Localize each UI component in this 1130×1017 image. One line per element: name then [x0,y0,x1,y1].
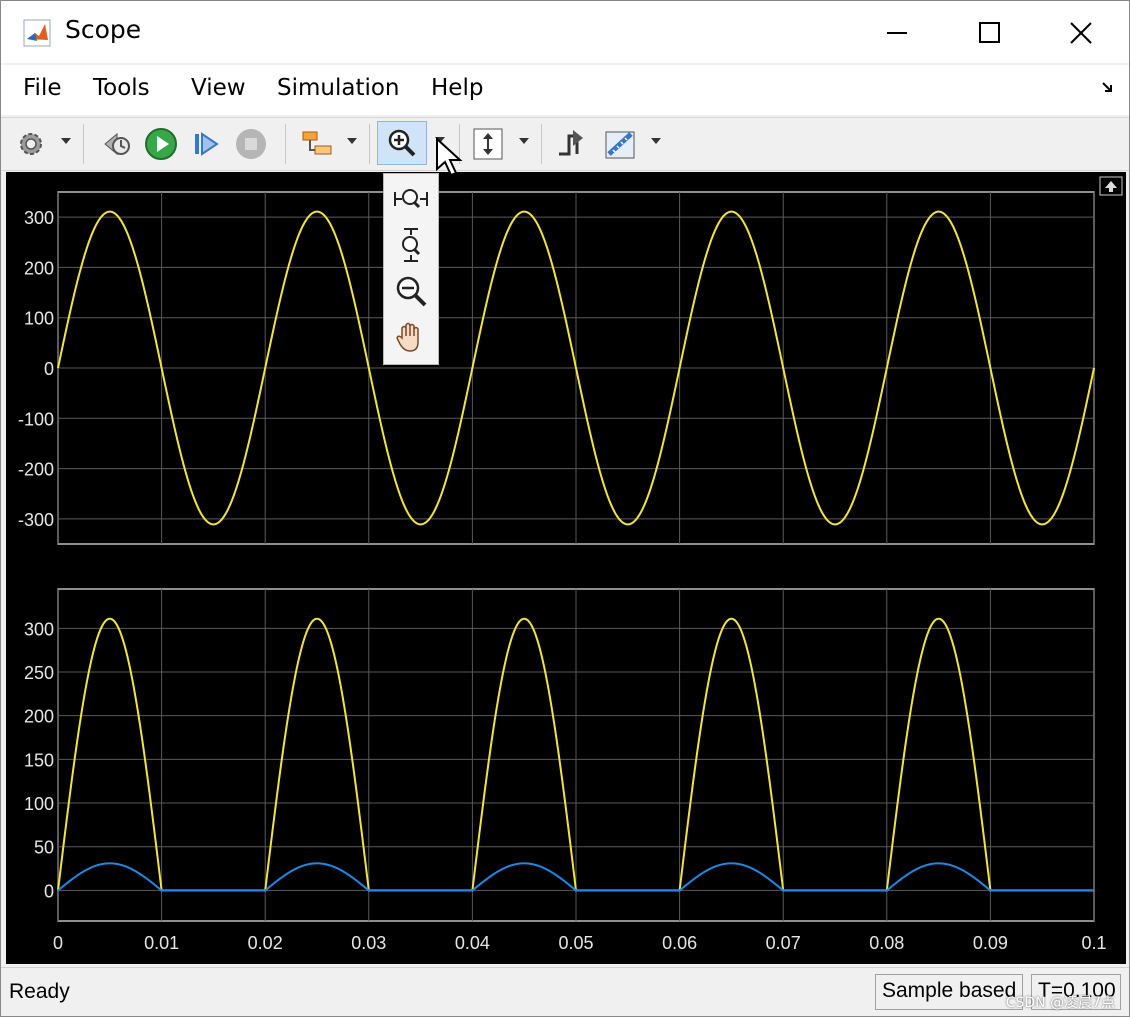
y-tick-label: 300 [24,208,54,228]
y-tick-label: 100 [24,794,54,814]
mouse-cursor-icon [436,137,463,177]
x-tick-label: 0.03 [351,933,386,953]
close-icon[interactable] [1061,13,1101,53]
triggers-icon[interactable] [555,126,589,162]
y-tick-label: -300 [18,510,54,530]
toolbar-separator [369,124,370,164]
menu-tools[interactable]: Tools [93,75,150,101]
matlab-logo-icon [23,19,51,47]
x-tick-label: 0.02 [248,933,283,953]
x-tick-label: 0 [53,933,63,953]
menu-simulation[interactable]: Simulation [277,75,400,101]
sample-mode-badge: Sample based [875,974,1023,1010]
x-tick-label: 0.01 [144,933,179,953]
scale-axes-icon[interactable] [471,126,505,162]
x-tick-label: 0.04 [455,933,490,953]
x-tick-label: 0.09 [973,933,1008,953]
y-tick-label: 150 [24,750,54,770]
menu-view[interactable]: View [191,75,246,101]
zoom-button[interactable] [377,121,427,165]
dock-arrow-icon[interactable] [1101,79,1117,95]
signal-routing-icon[interactable] [299,126,335,162]
signal-routing-dropdown-icon[interactable] [347,138,357,144]
toolbar [1,117,1129,171]
status-bar: Ready Sample based T=0.100 CSDN @凌晨7点 [1,967,1129,1016]
step-forward-icon[interactable] [189,126,223,162]
minimize-icon[interactable] [877,13,917,53]
scope-display: -300 -200 -100 0 100 200 300 0 50 100 150 200 250 300… [6,172,1126,964]
zoom-menu [383,173,439,365]
zoom-y-icon[interactable] [392,226,430,264]
window-title: Scope [65,15,142,44]
watermark: CSDN @凌晨7点 [1005,995,1115,1011]
zoom-in-icon [388,129,416,157]
y-tick-label: 100 [24,309,54,329]
step-back-icon[interactable] [99,126,135,162]
y-tick-label: -100 [18,409,54,429]
measurements-icon[interactable] [603,126,639,162]
y-tick-label: -200 [18,460,54,480]
zoom-out-icon[interactable] [392,272,430,310]
y-tick-label: 0 [44,359,54,379]
y-tick-label: 0 [44,881,54,901]
toolbar-separator [541,124,542,164]
pan-hand-icon[interactable] [392,318,430,356]
undock-icon[interactable] [1099,176,1123,196]
x-tick-label: 0.07 [766,933,801,953]
toolbar-separator [83,124,84,164]
x-tick-label: 0.06 [662,933,697,953]
zoom-x-icon[interactable] [392,180,430,218]
toolbar-separator [285,124,286,164]
status-text: Ready [9,980,70,1003]
x-tick-label: 0.05 [558,933,593,953]
y-tick-label: 250 [24,663,54,683]
y-tick-label: 50 [34,838,54,858]
run-icon[interactable] [143,126,179,162]
scale-axes-dropdown-icon[interactable] [519,138,529,144]
title-bar: Scope [1,1,1129,63]
settings-dropdown-icon[interactable] [61,138,71,144]
y-tick-label: 300 [24,619,54,639]
y-tick-label: 200 [24,258,54,278]
x-tick-label: 0.1 [1081,933,1106,953]
scope-plots: -300 -200 -100 0 100 200 300 0 50 100 150 200 250 300… [18,191,1107,953]
gear-icon[interactable] [15,126,49,162]
x-tick-label: 0.08 [869,933,904,953]
stop-icon[interactable] [233,126,269,162]
scope-window: Scope File Tools View Simulation Help -3… [0,0,1130,1017]
maximize-icon[interactable] [969,13,1009,53]
menu-help[interactable]: Help [431,75,483,101]
menu-bar: File Tools View Simulation Help [1,65,1129,115]
measurements-dropdown-icon[interactable] [651,138,661,144]
y-tick-label: 200 [24,707,54,727]
menu-file[interactable]: File [23,75,62,101]
